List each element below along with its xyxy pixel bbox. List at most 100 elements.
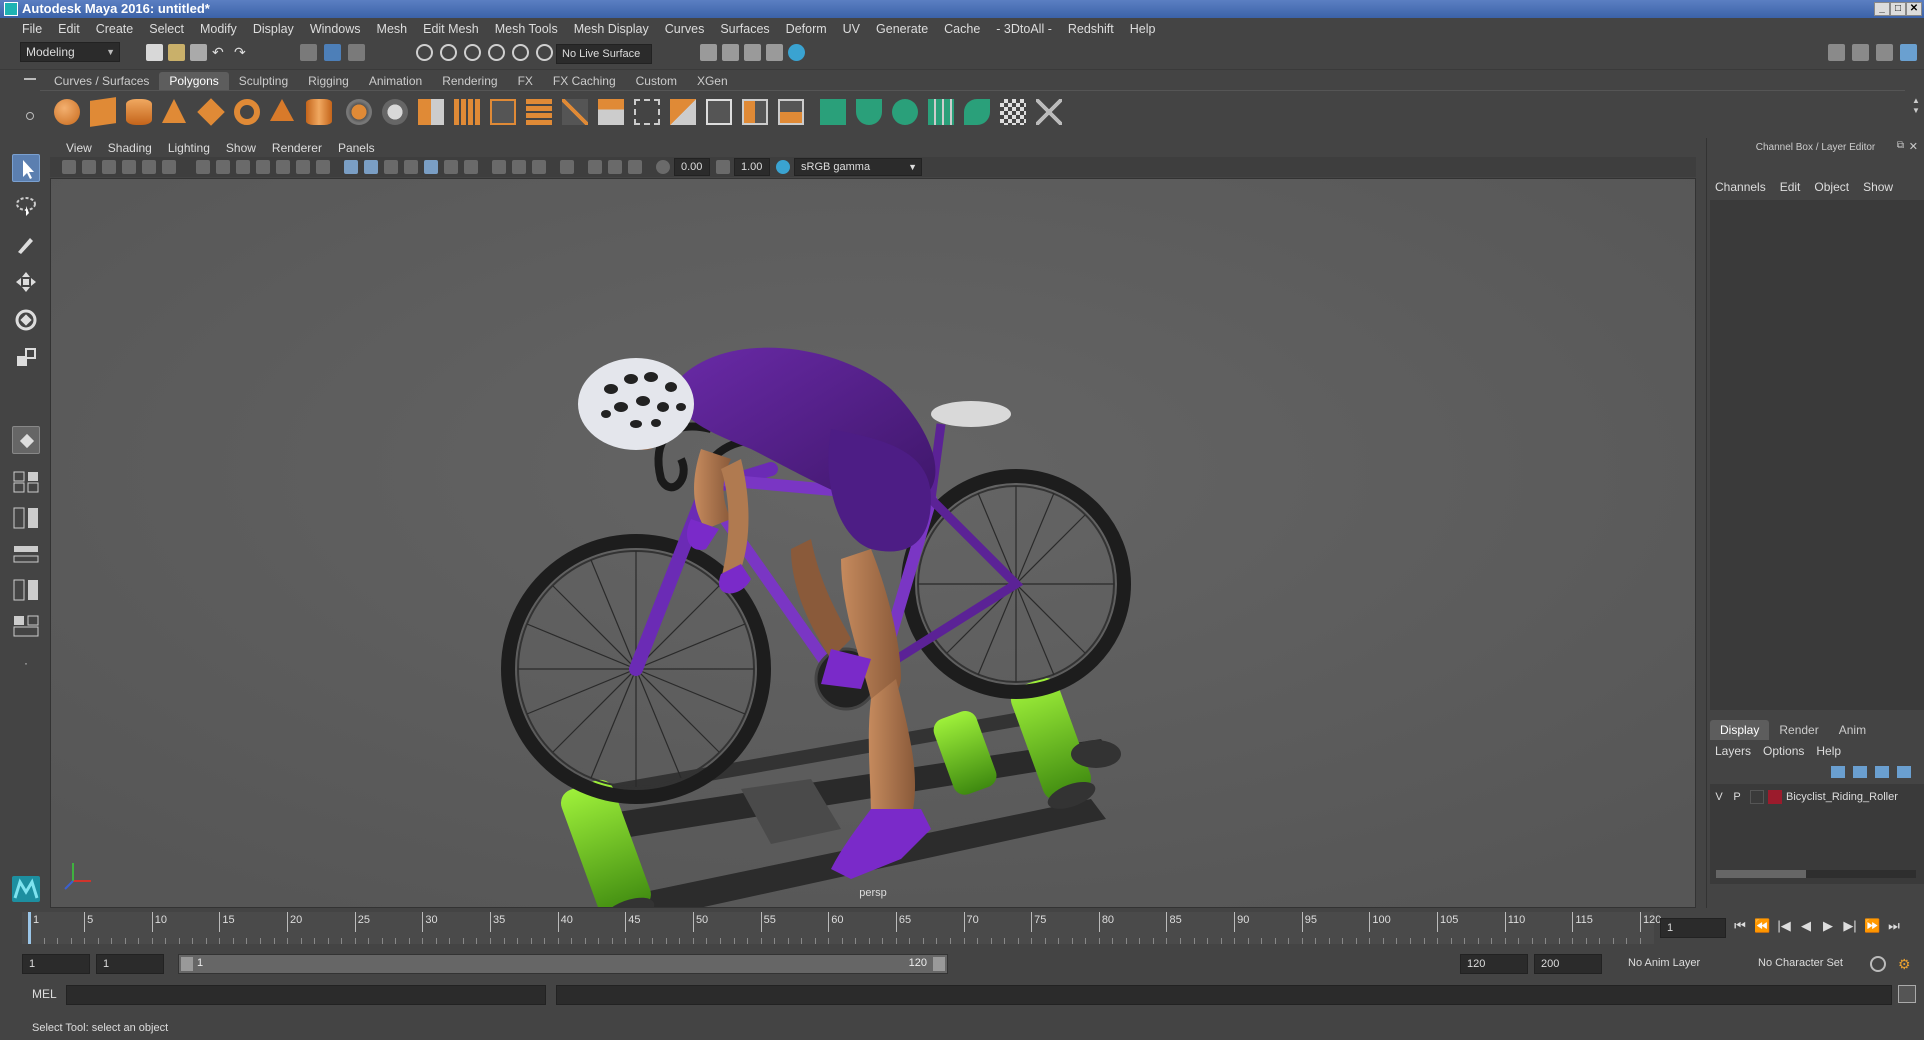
gamma-field[interactable]: 1.00 [734, 158, 770, 176]
step-back-key-icon[interactable]: |◀ [1776, 918, 1792, 934]
shadows-icon[interactable] [444, 160, 458, 174]
start-time-field[interactable]: 1 [22, 954, 90, 974]
screen-space-ao-icon[interactable] [464, 160, 478, 174]
four-view-layout-icon[interactable] [12, 506, 40, 530]
edit-menu[interactable]: Edit [1780, 180, 1801, 194]
poly-torus-icon[interactable] [234, 99, 260, 125]
checker-icon[interactable] [1000, 99, 1026, 125]
poly-plane-icon[interactable] [197, 98, 225, 126]
tab-anim[interactable]: Anim [1829, 720, 1876, 740]
grease-pencil-icon[interactable] [162, 160, 176, 174]
paint-select-icon[interactable] [12, 230, 40, 258]
range-end-handle[interactable] [933, 957, 945, 971]
render-settings-icon[interactable] [766, 44, 783, 61]
tab-custom[interactable]: Custom [626, 72, 687, 90]
menu-surfaces[interactable]: Surfaces [712, 22, 777, 36]
minimize-button[interactable]: _ [1874, 2, 1890, 16]
auto-key-icon[interactable] [1870, 956, 1886, 972]
menu-mesh-tools[interactable]: Mesh Tools [487, 22, 566, 36]
field-chart-icon[interactable] [276, 160, 290, 174]
new-scene-icon[interactable] [146, 44, 163, 61]
two-d-pan-icon[interactable] [142, 160, 156, 174]
new-empty-layer-icon[interactable] [1875, 766, 1889, 778]
hypershade-icon[interactable] [788, 44, 805, 61]
layers-menu[interactable]: Layers [1715, 744, 1751, 758]
bridge-icon[interactable] [562, 99, 588, 125]
object-menu[interactable]: Object [1814, 180, 1849, 194]
safe-action-icon[interactable] [296, 160, 310, 174]
menu-mesh[interactable]: Mesh [369, 22, 416, 36]
tab-render[interactable]: Render [1769, 720, 1828, 740]
gamma-icon[interactable] [716, 160, 730, 174]
viewport-menu-shading[interactable]: Shading [100, 141, 160, 155]
motion-blur-icon[interactable] [492, 160, 506, 174]
layer-display-type[interactable] [1750, 790, 1764, 804]
xray-icon[interactable] [588, 160, 602, 174]
mel-label[interactable]: MEL [32, 987, 57, 1001]
layer-name[interactable]: Bicyclist_Riding_Roller [1786, 791, 1898, 803]
exposure-field[interactable]: 0.00 [674, 158, 710, 176]
bookmark-icon[interactable] [102, 160, 116, 174]
open-scene-icon[interactable] [168, 44, 185, 61]
depth-of-field-icon[interactable] [532, 160, 546, 174]
help-menu[interactable]: Help [1816, 744, 1841, 758]
exposure-icon[interactable] [656, 160, 670, 174]
viewport-menu-show[interactable]: Show [218, 141, 264, 155]
film-gate-icon[interactable] [216, 160, 230, 174]
time-slider[interactable]: 1 5 10 15 20 25 30 35 40 45 50 55 60 65 70 75 80 85 90 95 10… [22, 912, 1661, 944]
move-layer-down-icon[interactable] [1853, 766, 1867, 778]
camera-attributes-icon[interactable] [82, 160, 96, 174]
live-surface-field[interactable]: No Live Surface [556, 44, 652, 64]
go-to-end-icon[interactable]: ⏭ [1886, 918, 1902, 934]
bevel-icon[interactable] [598, 99, 624, 125]
toolbox-more-icon[interactable]: · [12, 656, 40, 674]
new-layer-selected-icon[interactable] [1897, 766, 1911, 778]
wireframe-icon[interactable] [344, 160, 358, 174]
snap-vertex-icon[interactable] [536, 44, 553, 61]
layer-color-swatch[interactable] [1768, 790, 1782, 804]
channel-list[interactable] [1710, 200, 1924, 710]
lasso-tool-icon[interactable] [12, 192, 40, 220]
menu-display[interactable]: Display [245, 22, 302, 36]
extrude-icon[interactable] [526, 99, 552, 125]
step-forward-key-icon[interactable]: ▶| [1842, 918, 1858, 934]
panel-close-icon[interactable]: ✕ [1909, 140, 1918, 153]
tab-sculpting[interactable]: Sculpting [229, 72, 298, 90]
play-backwards-icon[interactable]: ◀ [1798, 918, 1814, 934]
safe-title-icon[interactable] [316, 160, 330, 174]
tab-animation[interactable]: Animation [359, 72, 432, 90]
reduce-icon[interactable] [490, 99, 516, 125]
poly-cube-icon[interactable] [90, 97, 116, 127]
menu-cache[interactable]: Cache [936, 22, 988, 36]
tab-rendering[interactable]: Rendering [432, 72, 507, 90]
scale-tool-icon[interactable] [12, 344, 40, 372]
menu-select[interactable]: Select [141, 22, 192, 36]
menu-deform[interactable]: Deform [778, 22, 835, 36]
close-button[interactable]: ✕ [1906, 2, 1922, 16]
menu-windows[interactable]: Windows [302, 22, 369, 36]
anim-layer-select[interactable]: No Anim Layer [1622, 954, 1732, 974]
snap-point-icon[interactable] [464, 44, 481, 61]
camera-select-icon[interactable] [62, 160, 76, 174]
viewport-menu-view[interactable]: View [58, 141, 100, 155]
snap-view-plane-icon[interactable] [488, 44, 505, 61]
mode-selector[interactable]: Modeling ▼ [20, 42, 120, 62]
poly-pyramid-icon[interactable] [270, 99, 294, 121]
color-management-icon[interactable] [776, 160, 790, 174]
maximize-button[interactable]: □ [1890, 2, 1906, 16]
layer-playback-toggle[interactable]: P [1728, 791, 1746, 803]
play-forwards-icon[interactable]: ▶ [1820, 918, 1836, 934]
render-current-icon[interactable] [722, 44, 739, 61]
viewport-menu-renderer[interactable]: Renderer [264, 141, 330, 155]
smooth-icon[interactable] [454, 99, 480, 125]
tab-display[interactable]: Display [1710, 720, 1770, 740]
smooth-shade-icon[interactable] [364, 160, 378, 174]
tab-fx-caching[interactable]: FX Caching [543, 72, 626, 90]
poly-sphere-icon[interactable] [54, 99, 80, 125]
menu-modify[interactable]: Modify [192, 22, 245, 36]
layer-row[interactable]: V P Bicyclist_Riding_Roller [1710, 788, 1924, 806]
insert-edge-loop-icon[interactable] [778, 99, 804, 125]
planar-uv-icon[interactable] [820, 99, 846, 125]
current-frame-field[interactable]: 1 [1660, 918, 1726, 938]
command-input[interactable] [66, 985, 546, 1005]
